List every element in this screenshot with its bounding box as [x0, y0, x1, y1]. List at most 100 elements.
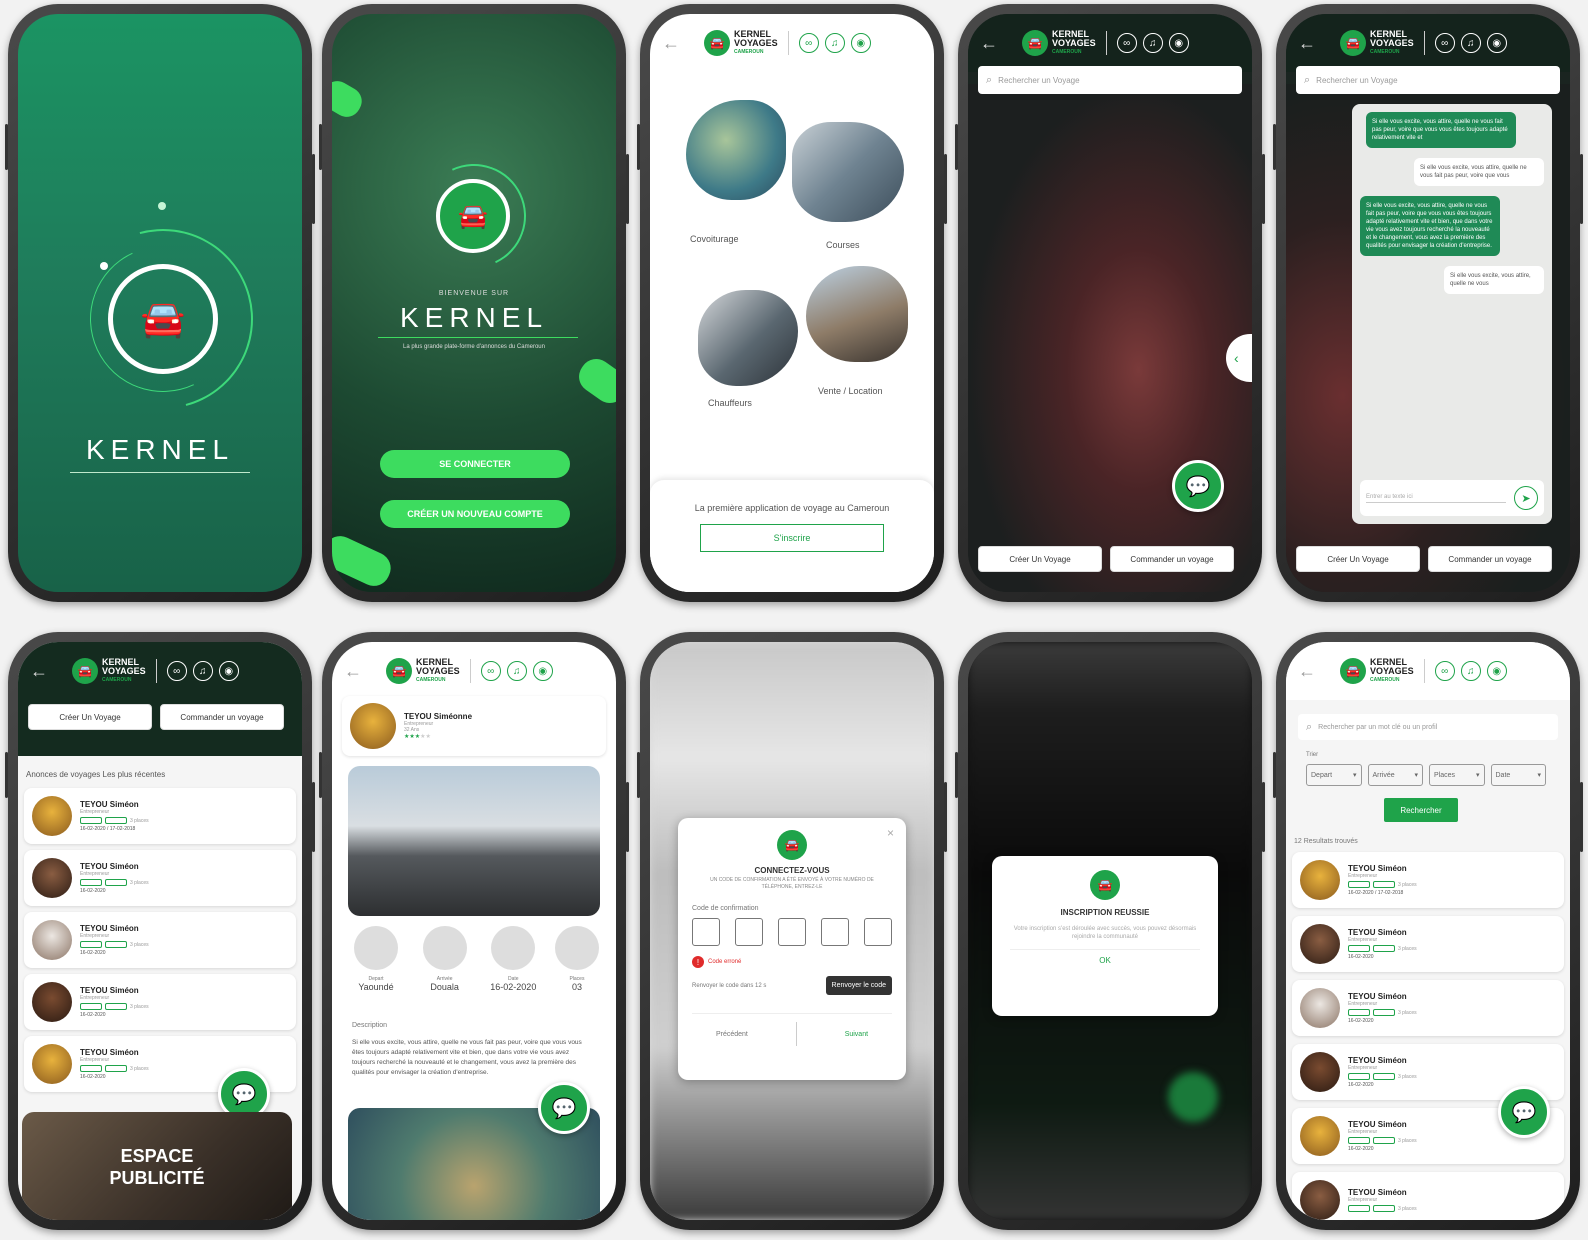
code-digit-input[interactable] [692, 918, 720, 946]
ad-banner[interactable]: ESPACE PUBLICITÉ [22, 1112, 292, 1220]
list-item-places: 3 places [1398, 881, 1417, 888]
avatar [1300, 924, 1340, 964]
user-icon[interactable]: ◉ [218, 661, 239, 681]
bell-icon[interactable]: ♫ [506, 661, 527, 681]
app-title: KERNEL [399, 302, 549, 333]
list-item[interactable]: TEYOU Siméon Entrepreneur 3 places 16-02-20… [24, 912, 296, 968]
avatar [32, 982, 72, 1022]
list-item[interactable]: TEYOU Siméon Entrepreneur 3 places [1292, 1172, 1564, 1220]
ok-button[interactable]: OK [1010, 956, 1200, 965]
tag-to [1373, 945, 1395, 952]
back-arrow-icon[interactable]: ← [662, 33, 680, 54]
list-item-name: TEYOU Siméon [80, 924, 139, 933]
back-arrow-icon[interactable]: ← [1298, 33, 1316, 54]
avatar [1300, 1116, 1340, 1156]
create-account-button[interactable]: CRÉER UN NOUVEAU COMPTE [380, 500, 570, 528]
chat-input[interactable]: Entrer au texte ici [1366, 494, 1506, 503]
profile-card[interactable]: TEYOU Siméonne Entrepreneur 32 Ans ★★★★★ [342, 696, 606, 756]
modal-subtitle: UN CODE DE CONFIRMATION A ÉTÉ ENVOYÉ À V… [710, 877, 874, 890]
list-item-date: 16-02-2020 [80, 1074, 106, 1080]
filter-depart-select[interactable]: Depart ▾ [1306, 764, 1362, 786]
avatar [32, 858, 72, 898]
bell-icon[interactable]: ♫ [824, 33, 845, 53]
code-digit-input[interactable] [735, 918, 763, 946]
search-bar[interactable]: ⌕ Rechercher par un mot clé ou un profil [1298, 714, 1558, 740]
chat-fab[interactable]: 💬 [538, 1082, 590, 1134]
rideshare-icon[interactable]: ∞ [798, 33, 819, 53]
category-vente-location[interactable] [806, 266, 908, 362]
filter-places-select[interactable]: Places ▾ [1429, 764, 1485, 786]
prev-button[interactable]: Précédent [716, 1031, 748, 1038]
info-arrivee: Arrivée Douala [415, 926, 475, 992]
brand-badge: 🚘 KERNEL VOYAGES CAMEROUN [1022, 29, 1096, 57]
back-arrow-icon[interactable]: ← [980, 33, 998, 54]
list-item-name: TEYOU Siméon [1348, 1056, 1407, 1065]
search-placeholder: Rechercher un Voyage [1316, 75, 1398, 85]
list-item[interactable]: TEYOU Siméon Entrepreneur 3 places 16-02-20… [24, 850, 296, 906]
list-item[interactable]: TEYOU Siméon Entrepreneur 3 places 16-02-20… [1292, 852, 1564, 908]
list-item[interactable]: TEYOU Siméon Entrepreneur 3 places 16-02-20… [24, 788, 296, 844]
car-photo [348, 766, 600, 916]
arrivee-icon [422, 926, 467, 970]
rideshare-icon[interactable]: ∞ [1434, 33, 1455, 53]
back-arrow-icon[interactable]: ← [344, 661, 362, 682]
list-item[interactable]: TEYOU Siméon Entrepreneur 3 places 16-02-20… [1292, 980, 1564, 1036]
rideshare-icon[interactable]: ∞ [480, 661, 501, 681]
category-courses[interactable] [792, 122, 904, 222]
list-item-role: Entrepreneur [1348, 1065, 1378, 1071]
search-bar[interactable]: ⌕ Rechercher un Voyage [1296, 66, 1560, 94]
user-icon[interactable]: ◉ [1486, 33, 1507, 53]
search-bar[interactable]: ⌕ Rechercher un Voyage [978, 66, 1242, 94]
search-button[interactable]: Rechercher [1384, 798, 1458, 822]
resend-timer: Renvoyer le code dans 12 s [692, 982, 767, 989]
chat-icon: 💬 [231, 1083, 257, 1106]
filter-date-select[interactable]: Date ▾ [1490, 764, 1546, 786]
send-icon[interactable]: ➤ [1514, 486, 1538, 510]
user-icon[interactable]: ◉ [850, 33, 871, 53]
order-trip-button[interactable]: Commander un voyage [1110, 546, 1234, 572]
bell-icon[interactable]: ♫ [192, 661, 213, 681]
resend-button[interactable]: Renvoyer le code [825, 976, 892, 995]
code-label: Code de confirmation [692, 905, 759, 912]
category-covoiturage[interactable] [686, 100, 786, 200]
app-header: ← 🚘 KERNEL VOYAGES CAMEROUN ∞ ♫ ◉ [1286, 642, 1570, 700]
list-item-places: 3 places [1398, 1137, 1417, 1144]
signup-button[interactable]: S'inscrire [700, 524, 884, 552]
chat-fab[interactable]: 💬 [1498, 1086, 1550, 1138]
bell-icon[interactable]: ♫ [1142, 33, 1163, 53]
list-item[interactable]: TEYOU Siméon Entrepreneur 3 places 16-02-20… [1292, 916, 1564, 972]
bell-icon[interactable]: ♫ [1460, 661, 1481, 681]
next-button[interactable]: Suivant [845, 1031, 868, 1038]
rideshare-icon[interactable]: ∞ [166, 661, 187, 681]
code-digit-input[interactable] [778, 918, 806, 946]
create-trip-button[interactable]: Créer Un Voyage [28, 704, 152, 730]
order-trip-button[interactable]: Commander un voyage [1428, 546, 1552, 572]
category-chauffeurs[interactable] [698, 290, 798, 386]
phone-confirm-code: × 🚘 CONNECTEZ-VOUS UN CODE DE CONFIRMATI… [637, 632, 947, 1230]
rideshare-icon[interactable]: ∞ [1434, 661, 1455, 681]
brand-l3: CAMEROUN [416, 676, 446, 683]
create-trip-button[interactable]: Créer Un Voyage [978, 546, 1102, 572]
brand-l3: CAMEROUN [102, 676, 132, 683]
order-trip-button[interactable]: Commander un voyage [160, 704, 284, 730]
signup-success-screen: 🚘 INSCRIPTION REUSSIE Votre inscription … [968, 642, 1252, 1220]
code-digit-input[interactable] [821, 918, 849, 946]
list-item[interactable]: TEYOU Siméon Entrepreneur 3 places 16-02-20… [24, 974, 296, 1030]
filter-arrivee-select[interactable]: Arrivée ▾ [1367, 764, 1423, 786]
brand-badge: 🚘 KERNEL VOYAGES CAMEROUN [704, 29, 778, 57]
list-item-role: Entrepreneur [80, 933, 110, 939]
rideshare-icon[interactable]: ∞ [1116, 33, 1137, 53]
user-icon[interactable]: ◉ [1486, 661, 1507, 681]
back-arrow-icon[interactable]: ← [30, 661, 48, 682]
chat-fab[interactable]: 💬 [1172, 460, 1224, 512]
blurred-green-fab [1168, 1072, 1218, 1122]
code-digit-input[interactable] [864, 918, 892, 946]
login-button[interactable]: SE CONNECTER [380, 450, 570, 478]
close-icon[interactable]: × [887, 826, 894, 840]
back-arrow-icon[interactable]: ← [1298, 661, 1316, 682]
phone-recent-trips: ← 🚘 KERNEL VOYAGES CAMEROUN ∞ ♫ ◉ Créer Un… [5, 632, 315, 1230]
bell-icon[interactable]: ♫ [1460, 33, 1481, 53]
user-icon[interactable]: ◉ [532, 661, 553, 681]
create-trip-button[interactable]: Créer Un Voyage [1296, 546, 1420, 572]
user-icon[interactable]: ◉ [1168, 33, 1189, 53]
